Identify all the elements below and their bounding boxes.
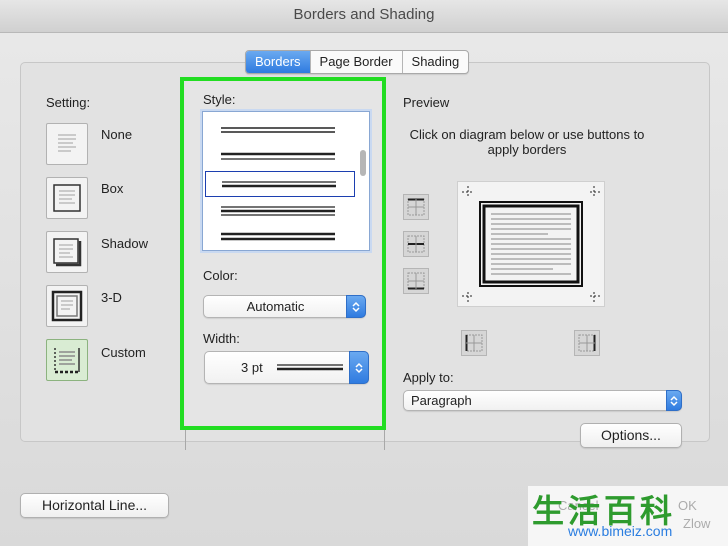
setting-shadow-label: Shadow: [101, 236, 148, 251]
style-option-selected[interactable]: [205, 171, 355, 197]
divider-left: [185, 430, 186, 450]
setting-box-label: Box: [101, 181, 124, 196]
width-popup-arrows-icon: [349, 351, 369, 384]
setting-box-icon[interactable]: [46, 177, 88, 219]
horizontal-line-button[interactable]: Horizontal Line...: [20, 493, 169, 518]
color-popup-arrows-icon: [346, 295, 366, 318]
setting-heading: Setting:: [46, 95, 91, 110]
style-list-scrollbar[interactable]: [360, 150, 366, 176]
preview-instructions-line1: Click on diagram below or use buttons to: [409, 127, 645, 142]
setting-shadow-icon[interactable]: [46, 231, 88, 273]
left-border-icon[interactable]: [461, 330, 487, 356]
tab-page-border[interactable]: Page Border: [311, 51, 403, 73]
watermark-url: www.bimeiz.com: [568, 523, 673, 539]
width-value: 3 pt: [241, 360, 263, 375]
watermark-ghost-text: Zlow: [683, 516, 711, 531]
watermark-logo: Cancel OK Zlow 生活百科 www.bimeiz.com: [528, 486, 728, 546]
style-option[interactable]: [205, 224, 355, 250]
tab-borders[interactable]: Borders: [246, 51, 311, 73]
window-title: Borders and Shading: [293, 6, 435, 23]
setting-none-label: None: [101, 127, 133, 142]
setting-custom-label: Custom: [101, 345, 146, 360]
style-option[interactable]: [205, 144, 355, 170]
style-heading: Style:: [203, 92, 236, 107]
preview-heading: Preview: [403, 95, 450, 110]
style-list[interactable]: [202, 111, 370, 251]
setting-none-icon[interactable]: [46, 123, 88, 165]
apply-to-heading: Apply to:: [403, 370, 454, 385]
apply-to-value: Paragraph: [411, 393, 472, 408]
preview-instructions-line2: apply borders: [487, 142, 567, 157]
tab-shading[interactable]: Shading: [403, 51, 469, 73]
watermark-ghost-ok: OK: [678, 498, 697, 513]
apply-to-popup[interactable]: Paragraph: [403, 390, 682, 411]
title-bar: Borders and Shading: [0, 0, 728, 33]
apply-to-arrows-icon: [666, 390, 682, 411]
top-border-icon[interactable]: [403, 194, 429, 220]
tab-bar: Borders Page Border Shading: [245, 50, 470, 74]
border-preview-diagram[interactable]: [457, 181, 605, 307]
right-border-icon[interactable]: [574, 330, 600, 356]
setting-custom-icon[interactable]: [46, 339, 88, 381]
dialog-window: Borders and Shading Borders Page Border …: [0, 0, 728, 546]
color-popup[interactable]: Automatic: [203, 295, 366, 318]
style-option[interactable]: [205, 117, 355, 143]
color-value: Automatic: [246, 299, 305, 314]
color-heading: Color:: [203, 268, 238, 283]
setting-3d-icon[interactable]: [46, 285, 88, 327]
style-option[interactable]: [205, 198, 355, 224]
inside-horizontal-border-icon[interactable]: [403, 231, 429, 257]
width-line-sample-icon: [277, 364, 343, 371]
width-heading: Width:: [203, 331, 240, 346]
bottom-border-icon[interactable]: [403, 268, 429, 294]
setting-3d-label: 3-D: [101, 290, 122, 305]
width-popup[interactable]: 3 pt: [204, 351, 369, 384]
options-button[interactable]: Options...: [580, 423, 682, 448]
divider-right: [384, 430, 385, 450]
